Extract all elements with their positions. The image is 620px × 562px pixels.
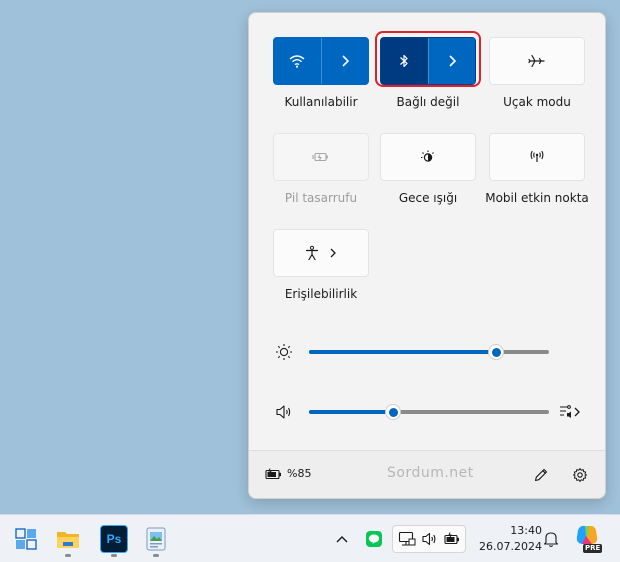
mobile-hotspot-label: Mobil etkin nokta [485,191,589,205]
settings-gear-icon[interactable] [572,467,588,483]
network-ethernet-icon [398,531,416,546]
copilot-icon[interactable]: PRE [574,524,603,554]
brightness-thumb[interactable] [488,344,505,360]
night-light-icon [421,150,434,162]
accessibility-icon [305,245,319,261]
volume-icon[interactable] [275,404,293,420]
accessibility-label: Erişilebilirlik [284,287,358,301]
file-explorer-icon[interactable] [54,525,82,553]
mobile-hotspot-icon [530,150,544,162]
battery-saver-tile [273,133,369,181]
wifi-tile[interactable] [273,37,369,85]
photoshop-label: Ps [106,532,122,546]
paint-icon[interactable] [142,525,170,553]
brightness-slider[interactable] [309,344,549,360]
audio-output-select-icon[interactable] [559,404,581,420]
volume-slider-row [273,402,591,422]
volume-fill [309,410,393,414]
edit-pencil-icon[interactable] [533,467,549,483]
photoshop-icon[interactable]: Ps [100,525,128,553]
photoshop-running-indicator [111,554,117,557]
battery-tray-icon [444,532,459,545]
wifi-icon [289,55,305,68]
file-explorer-running-indicator [65,554,71,557]
battery-saver-icon [312,152,328,162]
watermark: Sordum.net [387,465,474,481]
volume-thumb[interactable] [385,404,401,420]
night-light-tile[interactable] [380,133,476,181]
taskbar: Ps 13:40 26.07.2024 PRE [0,514,620,562]
start-icon[interactable] [12,525,40,553]
mobile-hotspot-tile[interactable] [489,133,585,181]
chevron-right-icon [330,248,336,258]
volume-slider[interactable] [309,404,549,420]
clock-time: 13:40 [510,524,542,537]
battery-percent: %85 [287,467,312,480]
wifi-toggle[interactable] [274,38,321,84]
wifi-expand-button[interactable] [320,38,369,84]
accessibility-tile[interactable] [273,229,369,277]
airplane-mode-label: Uçak modu [503,95,571,109]
brightness-fill [309,350,497,354]
quick-settings-footer: %85 Sordum.net [249,450,605,498]
clock[interactable]: 13:40 26.07.2024 [470,523,542,555]
clock-date: 26.07.2024 [479,540,542,553]
line-app-tray-icon[interactable] [365,530,383,548]
volume-tray-icon [422,532,436,546]
system-tray-group[interactable] [392,525,466,553]
notification-bell-icon[interactable] [543,530,559,548]
battery-charging-icon [265,467,281,479]
airplane-mode-tile[interactable] [489,37,585,85]
brightness-icon [276,344,292,360]
copilot-badge: PRE [583,544,603,553]
bluetooth-highlight-box [375,31,481,87]
paint-running-indicator [153,554,159,557]
airplane-icon [528,54,545,68]
show-hidden-icons-chevron-icon[interactable] [335,534,349,544]
chevron-right-icon [342,55,349,67]
battery-status[interactable]: %85 [265,467,311,480]
brightness-slider-row [273,342,591,362]
